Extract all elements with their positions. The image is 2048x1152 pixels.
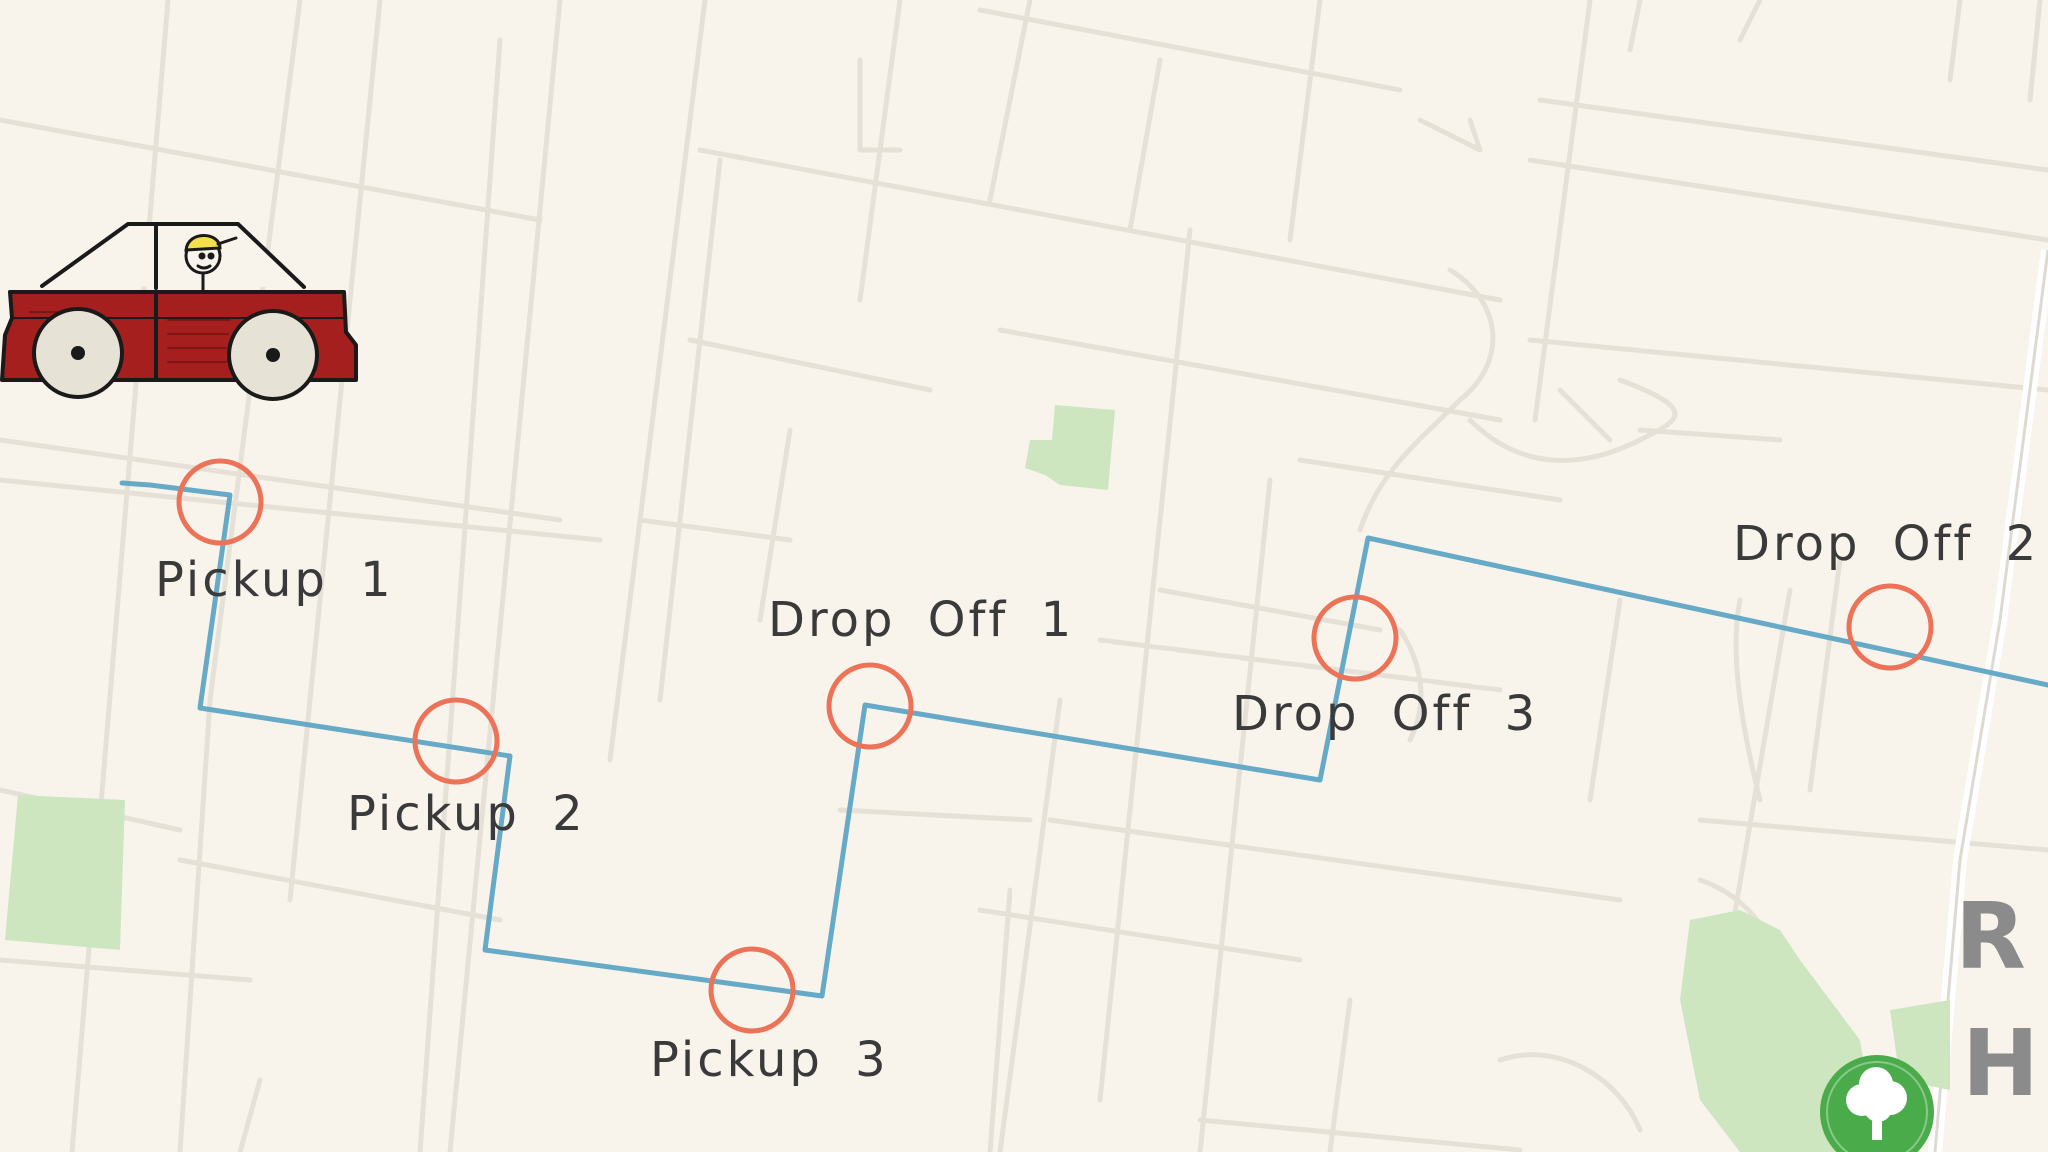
stop-label-pickup-1: Pickup 1 xyxy=(155,552,394,608)
stop-label-drop-off-3: Drop Off 3 xyxy=(1232,686,1538,742)
road-label-letter-h: H xyxy=(1962,1010,2039,1117)
stop-marker-drop-off-2[interactable] xyxy=(1846,583,1934,671)
car-illustration xyxy=(0,222,358,401)
stop-label-pickup-2: Pickup 2 xyxy=(347,786,586,842)
stop-label-drop-off-1: Drop Off 1 xyxy=(768,592,1074,648)
map-canvas: Pickup 1 Pickup 2 Pickup 3 Drop Off 1 Dr… xyxy=(0,0,2048,1152)
stop-label-pickup-3: Pickup 3 xyxy=(650,1032,889,1088)
park-areas xyxy=(5,405,1950,1152)
road-label-letter-r: R xyxy=(1955,883,2026,990)
stop-label-drop-off-2: Drop Off 2 xyxy=(1733,516,2039,572)
